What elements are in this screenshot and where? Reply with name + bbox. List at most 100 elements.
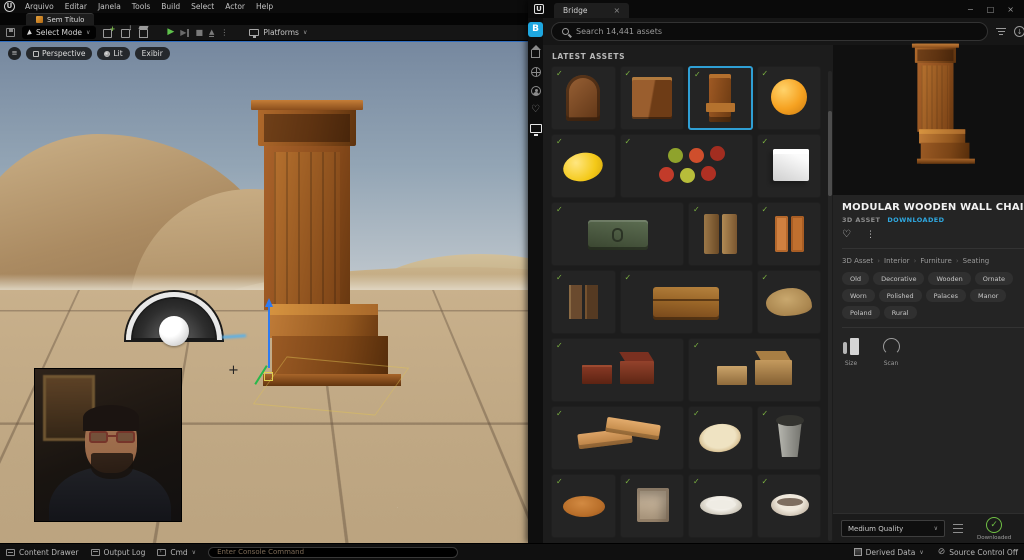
viewport-menu-icon[interactable]: ≡ — [8, 47, 21, 60]
breadcrumb-item[interactable]: Interior — [873, 257, 909, 265]
output-log-button[interactable]: Output Log — [91, 548, 146, 557]
tile-white-plate[interactable]: ✓ — [688, 474, 753, 538]
tile-terracotta-plate[interactable]: ✓ — [551, 474, 616, 538]
search-box[interactable] — [551, 22, 988, 41]
source-control-button[interactable]: ⊘ Source Control Off — [938, 548, 1018, 557]
tag-pill[interactable]: Wooden — [928, 272, 970, 285]
chevron-down-icon: ∨ — [192, 549, 196, 556]
scrollbar-thumb[interactable] — [828, 111, 832, 196]
grid-scrollbar[interactable] — [828, 71, 832, 541]
tile-lemon[interactable]: ✓ — [551, 134, 616, 198]
content-drawer-button[interactable]: Content Drawer — [6, 548, 79, 557]
unreal-logo-icon[interactable]: U — [4, 1, 15, 12]
select-mode-button[interactable]: Select Mode ∨ — [22, 26, 96, 39]
console-command-input[interactable] — [208, 547, 458, 558]
tile-firewood-logs[interactable]: ✓ — [688, 202, 753, 266]
menu-item[interactable]: Arquivo — [25, 2, 54, 11]
save-icon[interactable] — [6, 28, 15, 37]
quality-select[interactable]: Medium Quality ∨ — [841, 520, 945, 537]
favorites-icon[interactable]: ♡ — [531, 105, 540, 115]
breadcrumb-item[interactable]: Seating — [952, 257, 989, 265]
cinematics-icon[interactable] — [139, 28, 150, 37]
tag-pill[interactable]: Decorative — [873, 272, 924, 285]
tile-concrete-box[interactable]: ✓ — [620, 474, 685, 538]
minimize-button[interactable]: − — [967, 5, 974, 14]
local-assets-icon[interactable] — [530, 124, 542, 133]
tile-old-books[interactable]: ✓ — [551, 270, 616, 334]
menu-item[interactable]: Actor — [225, 2, 245, 11]
maximize-button[interactable]: □ — [987, 5, 995, 14]
downloads-icon[interactable]: ↓ — [1014, 26, 1024, 37]
tab-close-icon[interactable]: × — [613, 6, 620, 15]
cursor-icon — [27, 29, 33, 36]
tile-wooden-crates-open[interactable]: ✓ — [688, 338, 821, 402]
menu-item[interactable]: Janela — [98, 2, 121, 11]
tag-pill[interactable]: Poland — [842, 306, 880, 319]
blueprints-icon[interactable] — [121, 28, 132, 37]
breadcrumb-item[interactable]: 3D Asset — [842, 257, 873, 265]
tag-pill[interactable]: Manor — [970, 289, 1006, 302]
derived-data-button[interactable]: Derived Data ∨ — [854, 548, 924, 557]
downloaded-button[interactable]: ✓ Downloaded — [977, 517, 1011, 541]
translate-gizmo[interactable] — [258, 306, 288, 396]
tile-wooden-arched-door[interactable]: ✓ — [551, 66, 616, 130]
level-viewport[interactable]: + ≡ Perspective Lit Exibir — [0, 41, 528, 543]
tile-red-chests-open[interactable]: ✓ — [551, 338, 684, 402]
tag-pill[interactable]: Old — [842, 272, 869, 285]
tag-pill[interactable]: Rural — [884, 306, 917, 319]
level-tab[interactable]: Sem Título — [26, 13, 94, 25]
breadcrumb-item[interactable]: Furniture — [910, 257, 952, 265]
tile-orange-books[interactable]: ✓ — [757, 202, 822, 266]
play-options-icon[interactable]: ⋮ — [220, 28, 228, 37]
bridge-tab[interactable]: Bridge × — [554, 3, 629, 18]
menu-item[interactable]: Help — [256, 2, 273, 11]
platforms-button[interactable]: Platforms ∨ — [249, 28, 307, 37]
tile-modular-wooden-wall-chair[interactable]: ✓ — [688, 66, 753, 130]
stop-icon[interactable]: ■ — [195, 29, 203, 37]
close-button[interactable]: × — [1007, 5, 1014, 14]
tag-pill[interactable]: Ornate — [975, 272, 1013, 285]
search-input[interactable] — [576, 27, 977, 36]
eject-icon[interactable]: ▲ — [209, 29, 214, 37]
gizmo-plane-handle[interactable] — [264, 372, 273, 381]
tile-white-cube[interactable]: ✓ — [757, 134, 822, 198]
home-icon[interactable] — [531, 50, 540, 58]
tile-wooden-planks[interactable]: ✓ — [551, 406, 684, 470]
sky-light-billboard[interactable] — [126, 292, 224, 344]
tile-wooden-cabinet[interactable]: ✓ — [620, 66, 685, 130]
bridge-logo-icon[interactable]: B — [528, 22, 543, 37]
favorite-icon[interactable]: ♡ — [842, 230, 851, 240]
menu-item[interactable]: Tools — [132, 2, 150, 11]
play-icon[interactable]: ▶ — [167, 28, 174, 37]
menu-item[interactable]: Editar — [65, 2, 87, 11]
cmd-dropdown[interactable]: Cmd ∨ — [157, 548, 196, 557]
account-icon[interactable] — [531, 86, 541, 96]
show-menu-button[interactable]: Exibir — [135, 47, 170, 60]
lit-mode-button[interactable]: Lit — [97, 47, 129, 60]
tag-pill[interactable]: Palaces — [926, 289, 966, 302]
asset-thumbnail — [692, 480, 748, 532]
tile-wooden-trunk[interactable]: ✓ — [620, 270, 753, 334]
add-actor-icon[interactable] — [103, 28, 114, 37]
browse-icon[interactable] — [531, 67, 541, 77]
gizmo-z-axis[interactable] — [268, 306, 270, 368]
tile-orange[interactable]: ✓ — [757, 66, 822, 130]
tile-stone-mortar[interactable]: ✓ — [757, 406, 822, 470]
asset-thumbnail — [562, 344, 674, 396]
tile-apples[interactable]: ✓ — [620, 134, 753, 198]
tile-green-metal-chest[interactable]: ✓ — [551, 202, 684, 266]
menu-item[interactable]: Build — [161, 2, 180, 11]
more-options-icon[interactable]: ⋮ — [866, 230, 875, 240]
perspective-button[interactable]: Perspective — [26, 47, 92, 60]
tag-pill[interactable]: Worn — [842, 289, 875, 302]
tile-wood-slab[interactable]: ✓ — [757, 270, 822, 334]
tag-pill[interactable]: Polished — [879, 289, 922, 302]
asset-thumbnail — [555, 72, 611, 124]
tile-white-bowl[interactable]: ✓ — [757, 474, 822, 538]
asset-thumbnail — [692, 412, 748, 464]
menu-item[interactable]: Select — [191, 2, 214, 11]
download-settings-icon[interactable] — [953, 524, 963, 534]
filter-icon[interactable] — [996, 28, 1006, 35]
tile-wood-slice[interactable]: ✓ — [688, 406, 753, 470]
skip-icon[interactable]: ▶ — [180, 29, 189, 37]
